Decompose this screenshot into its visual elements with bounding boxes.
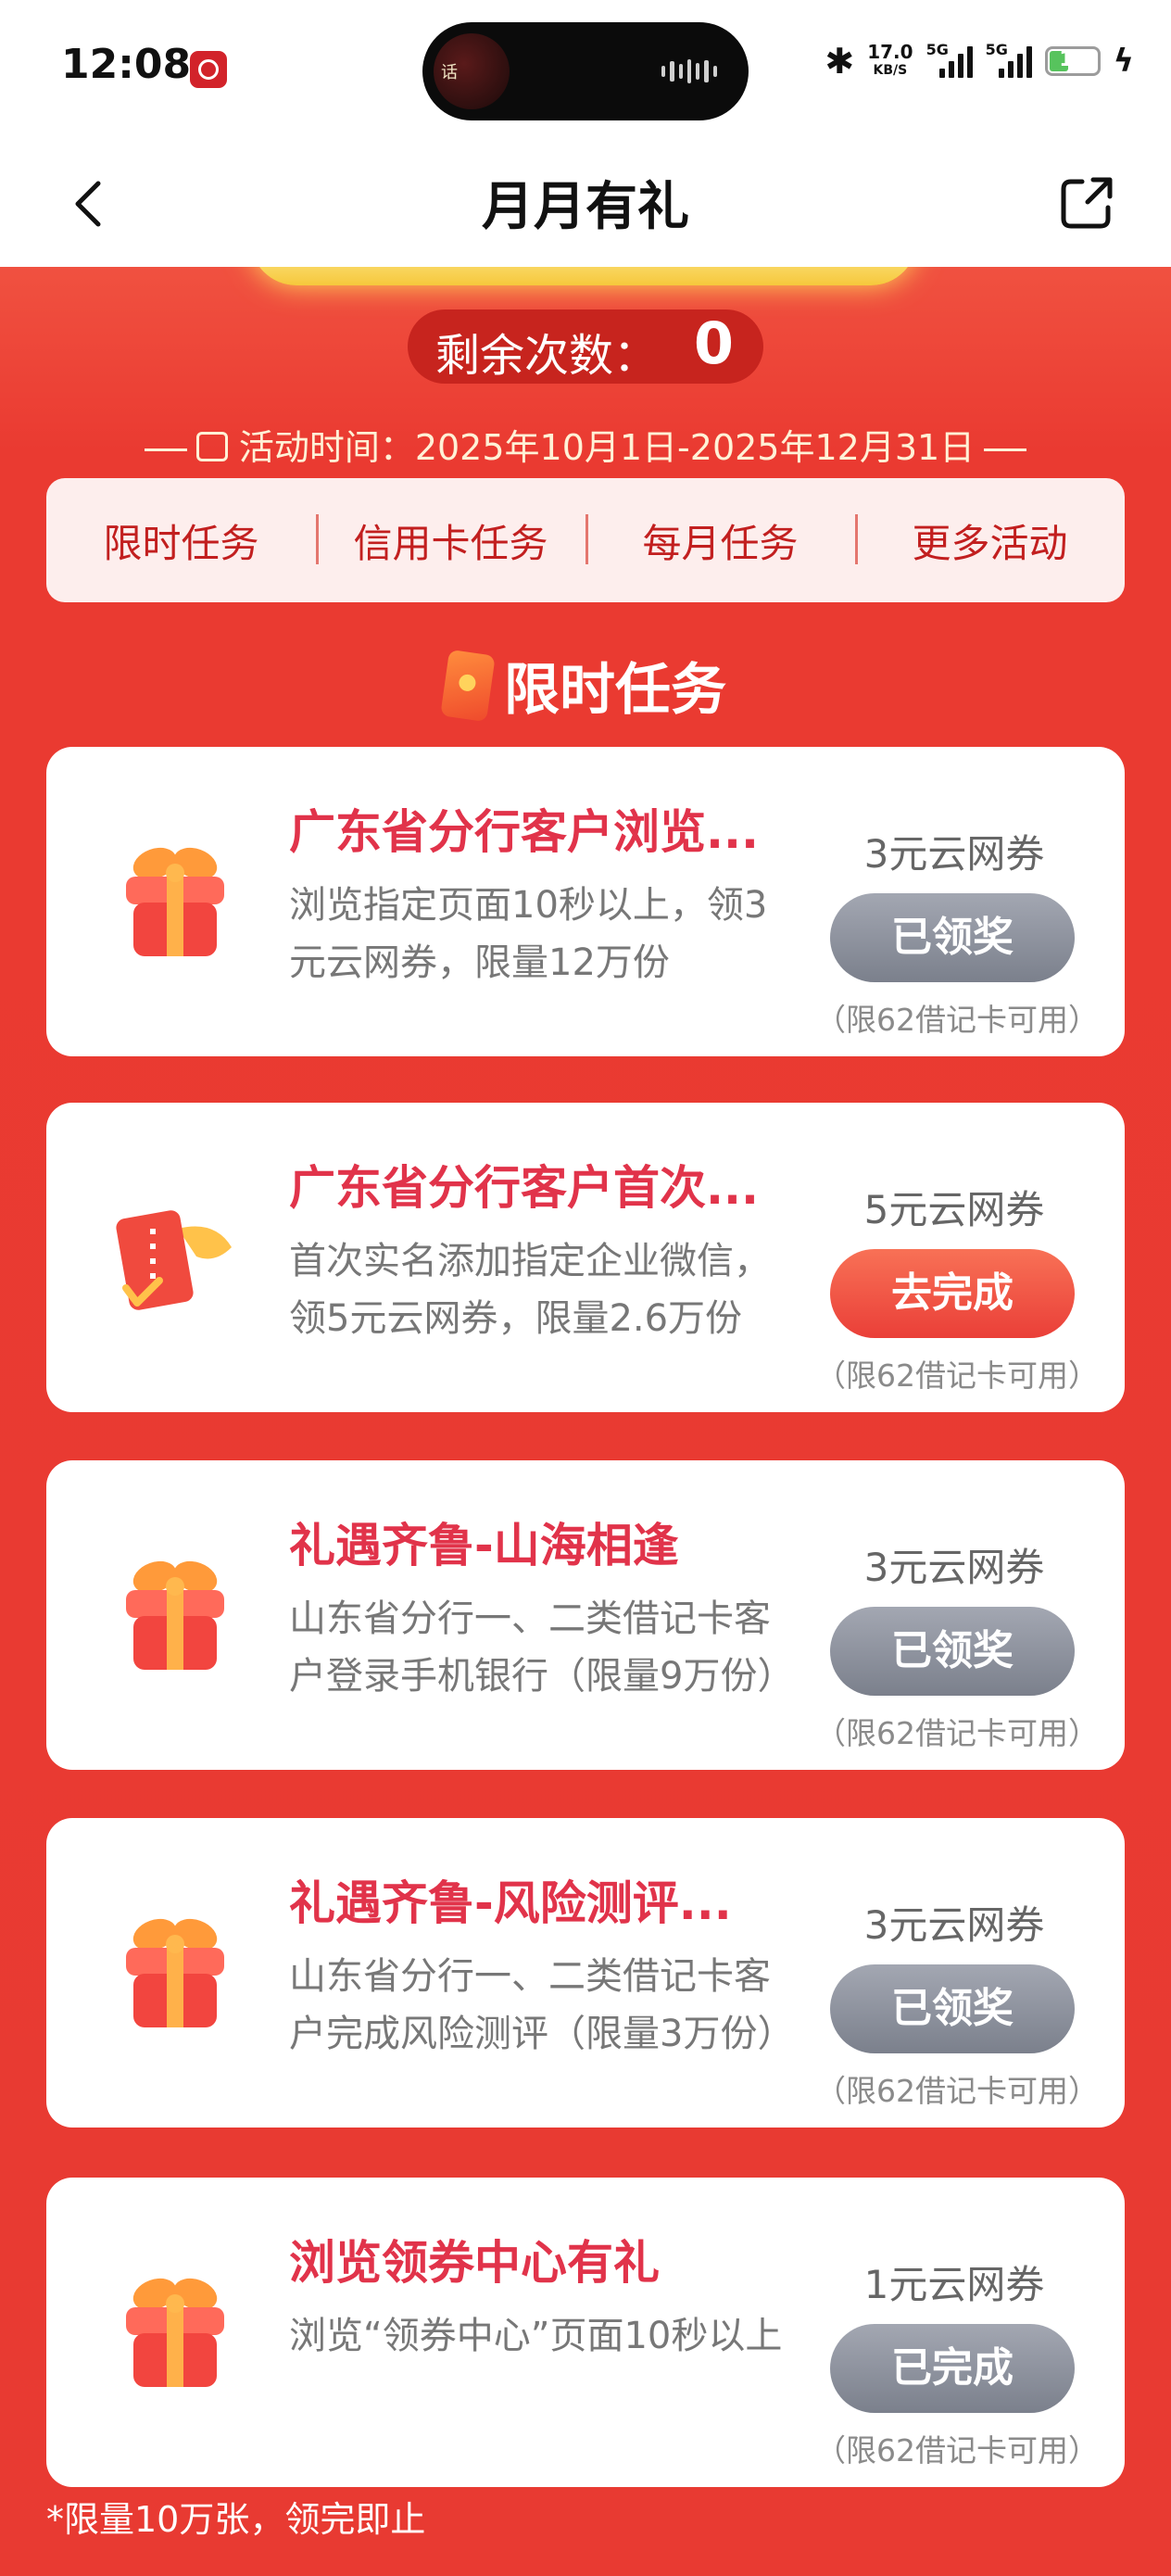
task-title: 礼遇齐鲁-风险测评...	[289, 1876, 732, 1930]
network-speed: 17.0 KB/S	[867, 43, 913, 80]
net-speed-unit: KB/S	[873, 63, 908, 78]
remaining-count-pill: 剩余次数： 0	[408, 309, 763, 384]
bluetooth-icon: ✱	[825, 41, 855, 82]
signal-icon: 5G	[985, 41, 1032, 78]
status-bar: 12:08 话 ✱ 17.0 KB/S 5G 5G 14 ϟ	[0, 0, 1171, 139]
task-card: 广东省分行客户首次... 首次实名添加指定企业微信，领5元云网券，限量2.6万份…	[46, 1103, 1125, 1412]
battery-icon: 14	[1044, 46, 1101, 76]
media-artwork: 话	[434, 33, 510, 109]
section-header: 限时任务	[0, 645, 1171, 726]
signal-icon: 5G	[925, 41, 973, 78]
dynamic-island[interactable]: 话	[422, 22, 749, 120]
tab-monthly[interactable]: 每月任务	[586, 512, 855, 569]
status-time: 12:08	[61, 41, 192, 88]
task-description: 山东省分行一、二类借记卡客户完成风险测评（限量3万份）	[289, 1955, 795, 2055]
reward-claimed-button[interactable]: 已领奖	[830, 893, 1075, 982]
calendar-icon	[195, 431, 228, 461]
task-description: 浏览“领券中心”页面10秒以上	[289, 2315, 783, 2357]
red-envelope-icon	[440, 649, 496, 722]
activity-content: 剩余次数： 0 活动时间：2025年10月1日-2025年12月31日 限时任务…	[0, 267, 1171, 2576]
task-note: （限62借记卡可用）	[815, 2432, 1099, 2469]
page-title: 月月有礼	[482, 177, 689, 237]
share-icon	[1061, 177, 1113, 229]
tab-limited-time[interactable]: 限时任务	[46, 512, 316, 569]
task-description: 首次实名添加指定企业微信，领5元云网券，限量2.6万份	[289, 1240, 771, 1340]
battery-level: 14	[1059, 48, 1088, 71]
reward-claimed-button[interactable]: 已领奖	[830, 1964, 1075, 2053]
charging-icon: ϟ	[1113, 43, 1134, 80]
reward-claimed-button[interactable]: 已领奖	[830, 1607, 1075, 1696]
task-card: 礼遇齐鲁-山海相逢 山东省分行一、二类借记卡客户登录手机银行（限量9万份） 3元…	[46, 1460, 1125, 1770]
task-description: 山东省分行一、二类借记卡客户登录手机银行（限量9万份）	[289, 1597, 795, 1698]
signal-label: 5G	[985, 41, 1008, 58]
task-title: 礼遇齐鲁-山海相逢	[289, 1519, 679, 1572]
task-reward: 1元云网券	[863, 2262, 1045, 2307]
footnote: *限量10万张，领完即止	[46, 2499, 426, 2540]
nav-bar: 月月有礼	[0, 139, 1171, 267]
tab-more-activities[interactable]: 更多活动	[855, 512, 1125, 569]
gift-icon	[126, 2278, 224, 2387]
task-card: 礼遇齐鲁-风险测评... 山东省分行一、二类借记卡客户完成风险测评（限量3万份）…	[46, 1818, 1125, 2128]
bank-app-icon	[190, 51, 227, 88]
period-text: 活动时间：2025年10月1日-2025年12月31日	[238, 427, 976, 468]
task-note: （限62借记卡可用）	[815, 2073, 1099, 2109]
gift-icon	[126, 1918, 224, 2027]
decor-line	[144, 448, 187, 451]
task-note: （限62借记卡可用）	[815, 1357, 1099, 1394]
task-completed-button[interactable]: 已完成	[830, 2324, 1075, 2413]
gift-icon	[126, 1560, 224, 1670]
task-reward: 3元云网券	[863, 1902, 1045, 1948]
banner-glow	[250, 267, 917, 285]
card-icon	[116, 1210, 232, 1310]
task-description: 浏览指定页面10秒以上，领3元云网券，限量12万份	[289, 884, 768, 984]
share-button[interactable]	[1054, 170, 1119, 235]
activity-period: 活动时间：2025年10月1日-2025年12月31日	[0, 419, 1171, 470]
task-note: （限62借记卡可用）	[815, 1715, 1099, 1751]
task-reward: 5元云网券	[863, 1187, 1045, 1232]
task-title: 广东省分行客户首次...	[289, 1161, 759, 1215]
task-reward: 3元云网券	[863, 1545, 1045, 1590]
remaining-label: 剩余次数：	[435, 330, 659, 382]
go-complete-button[interactable]: 去完成	[830, 1249, 1075, 1338]
audio-wave-icon	[661, 59, 717, 83]
section-title: 限时任务	[504, 658, 726, 723]
net-speed-value: 17.0	[867, 41, 913, 63]
task-title: 广东省分行客户浏览...	[289, 805, 759, 859]
status-indicators: ✱ 17.0 KB/S 5G 5G 14 ϟ	[825, 41, 1134, 82]
task-card: 广东省分行客户浏览... 浏览指定页面10秒以上，领3元云网券，限量12万份 3…	[46, 747, 1125, 1056]
remaining-count: 0	[693, 309, 734, 377]
gift-icon	[126, 847, 224, 956]
signal-label: 5G	[925, 41, 949, 58]
task-reward: 3元云网券	[863, 831, 1045, 877]
tab-credit-card[interactable]: 信用卡任务	[316, 512, 586, 569]
task-card: 浏览领券中心有礼 浏览“领券中心”页面10秒以上 1元云网券 已完成 （限62借…	[46, 2178, 1125, 2487]
task-note: （限62借记卡可用）	[815, 1002, 1099, 1038]
task-title: 浏览领券中心有礼	[289, 2236, 660, 2290]
task-tabs: 限时任务 信用卡任务 每月任务 更多活动	[46, 478, 1125, 602]
decor-line	[984, 448, 1027, 451]
